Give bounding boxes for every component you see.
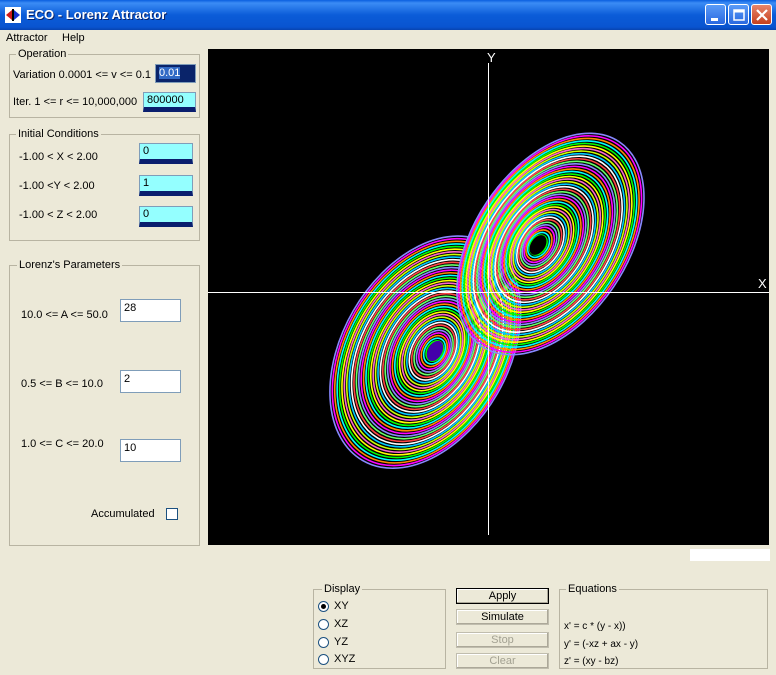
window-title: ECO - Lorenz Attractor xyxy=(26,7,167,22)
radio-xyz-button[interactable] xyxy=(318,654,329,665)
attractor-trajectory xyxy=(329,132,645,470)
maximize-icon xyxy=(733,9,745,21)
equation-y: y' = (-xz + ax - y) xyxy=(564,639,639,650)
maximize-button[interactable] xyxy=(728,4,749,25)
operation-legend: Operation xyxy=(16,48,69,61)
y-input[interactable]: 1 xyxy=(139,175,193,196)
b-label: 0.5 <= B <= 10.0 xyxy=(21,378,103,390)
clear-button[interactable]: Clear xyxy=(456,653,549,669)
radio-xy-label: XY xyxy=(334,600,349,612)
radio-yz-button[interactable] xyxy=(318,637,329,648)
apply-button[interactable]: Apply xyxy=(456,588,549,604)
parameters-legend: Lorenz's Parameters xyxy=(17,259,123,272)
a-input[interactable]: 28 xyxy=(120,299,181,322)
initial-conditions-legend: Initial Conditions xyxy=(16,128,101,141)
x-input[interactable]: 0 xyxy=(139,143,193,164)
display-group: Display xyxy=(313,583,446,669)
simulate-button[interactable]: Simulate xyxy=(456,609,549,625)
y-axis-label: Y xyxy=(487,50,496,65)
menu-help[interactable]: Help xyxy=(62,30,85,46)
radio-xy-button[interactable] xyxy=(318,601,329,612)
menu-attractor[interactable]: Attractor xyxy=(6,30,48,46)
x-axis-label: X xyxy=(758,276,767,291)
equation-x: x' = c * (y - x)) xyxy=(564,621,626,632)
stop-button[interactable]: Stop xyxy=(456,632,549,648)
radio-xz-label: XZ xyxy=(334,618,349,630)
c-label: 1.0 <= C <= 20.0 xyxy=(21,438,104,450)
initial-conditions-group: Initial Conditions -1.00 < X < 2.00 0 -1… xyxy=(9,128,200,241)
variation-value: 0.01 xyxy=(159,67,181,79)
minimize-icon xyxy=(711,18,718,21)
operation-group: Operation Variation 0.0001 <= v <= 0.1 0… xyxy=(9,48,200,118)
radio-xz-button[interactable] xyxy=(318,619,329,630)
status-field xyxy=(690,549,770,561)
a-label: 10.0 <= A <= 50.0 xyxy=(21,309,108,321)
y-label: -1.00 <Y < 2.00 xyxy=(19,180,95,192)
c-input[interactable]: 10 xyxy=(120,439,181,462)
b-input[interactable]: 2 xyxy=(120,370,181,393)
x-label: -1.00 < X < 2.00 xyxy=(19,151,98,163)
iter-label: Iter. 1 <= r <= 10,000,000 xyxy=(13,96,138,108)
close-button[interactable] xyxy=(751,4,772,25)
close-icon xyxy=(756,9,768,21)
parameters-group: Lorenz's Parameters 10.0 <= A <= 50.0 28… xyxy=(9,259,200,546)
accumulated-label: Accumulated xyxy=(91,508,155,520)
accumulated-checkbox[interactable] xyxy=(166,508,178,520)
radio-yz-label: YZ xyxy=(334,636,349,648)
iter-input[interactable]: 800000 xyxy=(143,92,196,112)
z-label: -1.00 < Z < 2.00 xyxy=(19,209,98,221)
equation-z: z' = (xy - bz) xyxy=(564,656,619,667)
variation-input[interactable]: 0.01 xyxy=(155,64,196,83)
display-legend: Display xyxy=(322,583,363,596)
minimize-button[interactable] xyxy=(705,4,726,25)
menu-bar: Attractor Help xyxy=(0,30,776,46)
z-input[interactable]: 0 xyxy=(139,206,193,227)
title-bar[interactable]: ECO - Lorenz Attractor xyxy=(0,0,776,30)
radio-xyz-label: XYZ xyxy=(334,653,356,665)
attractor-plot xyxy=(208,63,769,535)
app-icon xyxy=(5,7,21,23)
variation-label: Variation 0.0001 <= v <= 0.1 xyxy=(13,69,152,81)
equations-legend: Equations xyxy=(566,583,619,596)
plot-canvas[interactable]: Y X xyxy=(208,49,769,545)
